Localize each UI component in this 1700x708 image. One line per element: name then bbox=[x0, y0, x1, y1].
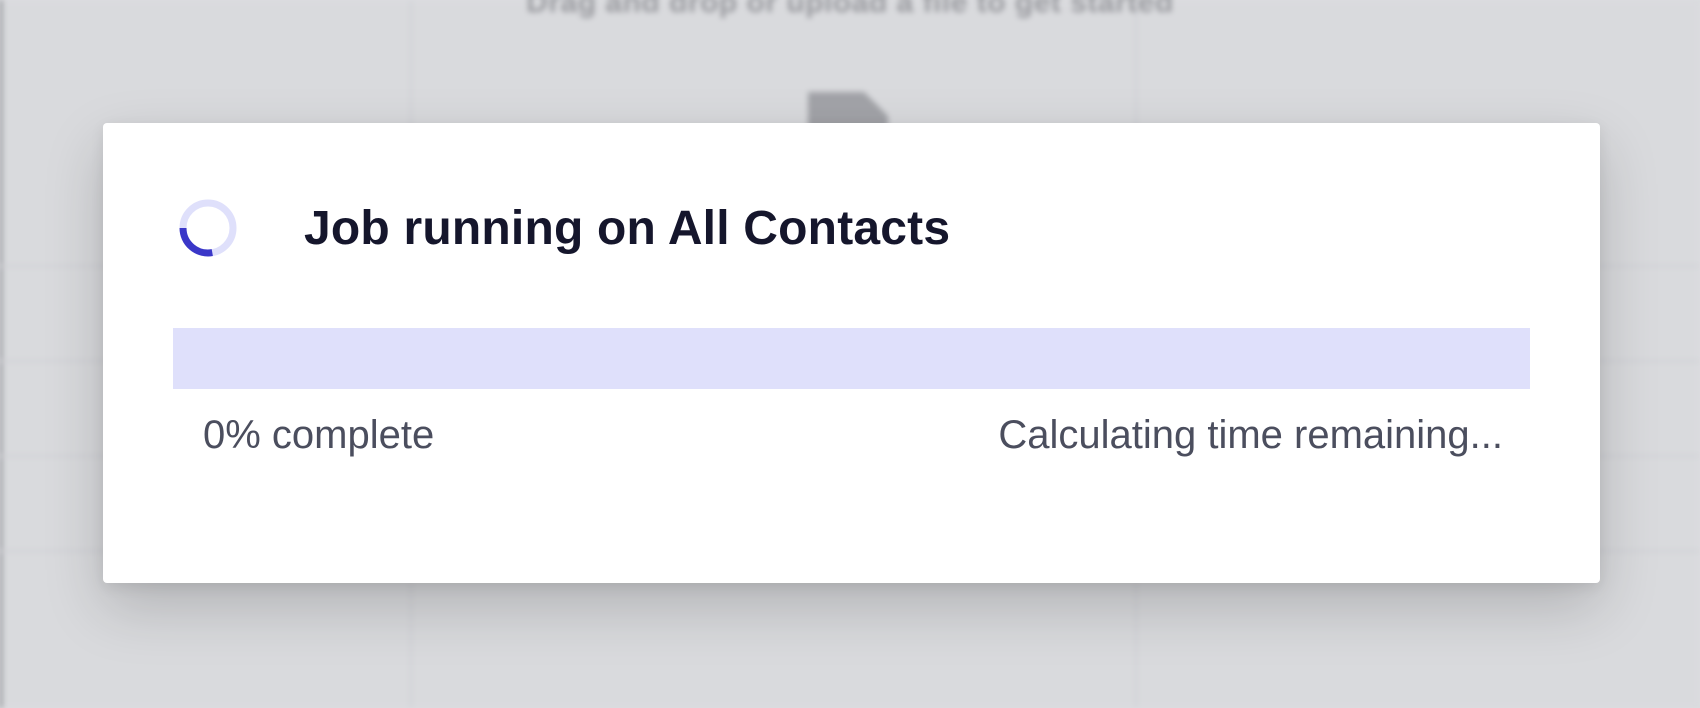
modal-header: Job running on All Contacts bbox=[178, 198, 950, 258]
window-left-edge bbox=[0, 0, 2, 708]
progress-footer: 0% complete Calculating time remaining..… bbox=[203, 413, 1503, 458]
progress-bar bbox=[173, 328, 1530, 389]
loading-spinner-icon bbox=[179, 199, 237, 257]
job-progress-modal: Job running on All Contacts 0% complete … bbox=[103, 123, 1600, 583]
modal-title: Job running on All Contacts bbox=[304, 201, 951, 255]
time-remaining-label: Calculating time remaining... bbox=[998, 413, 1503, 457]
background-upload-caption: Drag and drop or upload a file to get st… bbox=[526, 0, 1174, 19]
percent-complete-label: 0% complete bbox=[203, 413, 435, 457]
